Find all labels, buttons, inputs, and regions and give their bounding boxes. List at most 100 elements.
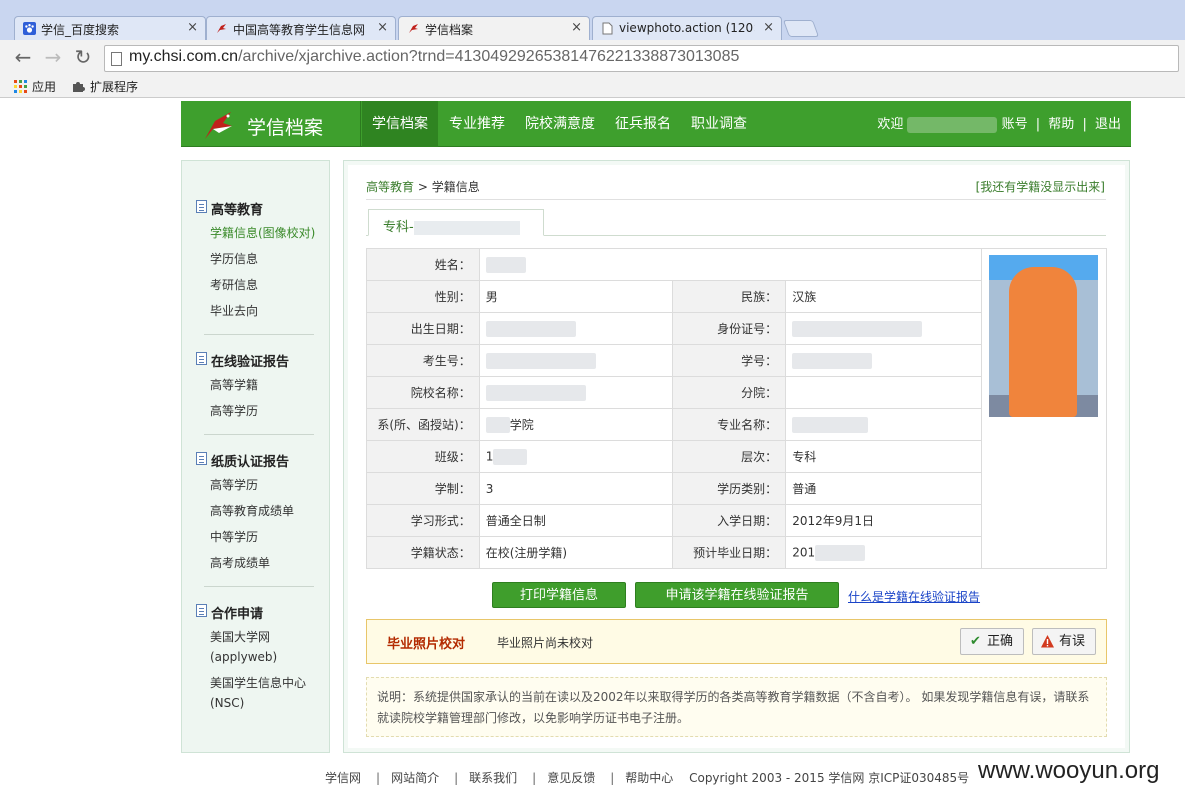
logout-link[interactable]: 退出 [1095, 117, 1121, 132]
field-label: 学籍状态： [366, 536, 480, 569]
sidebar-group-higher-education: 高等教育 学籍信息(图像校对) 学历信息 考研信息 毕业去向 [196, 199, 315, 321]
url-path: /archive/xjarchive.action?trnd=413049292… [238, 48, 740, 65]
nav-military-signup[interactable]: 征兵报名 [605, 101, 681, 147]
nav-career-survey[interactable]: 职业调查 [681, 101, 757, 147]
page-icon [602, 22, 613, 35]
record-tab[interactable]: 专科- [368, 209, 544, 236]
browser-tab-baidu[interactable]: 学信_百度搜索 × [14, 16, 206, 40]
sidebar-item-graduate-destination[interactable]: 毕业去向 [196, 301, 315, 321]
url-bar[interactable]: my.chsi.com.cn/archive/xjarchive.action?… [104, 45, 1179, 72]
what-is-verification-link[interactable]: 什么是学籍在线验证报告 [848, 588, 980, 605]
field-label: 班级： [366, 440, 480, 473]
new-tab-button[interactable] [782, 20, 820, 37]
tab-title: 学信档案 [425, 23, 474, 37]
redacted-school [413, 220, 520, 235]
site-footer: 学信网 | 网站简介 | 联系我们 | 意见反馈 | 帮助中心 Copyright 2003 -… [325, 769, 973, 786]
field-value: 2012年9月1日 [785, 504, 982, 537]
bookmark-extensions[interactable]: 扩展程序 [70, 78, 138, 95]
field-label: 出生日期： [366, 312, 480, 345]
back-arrow-icon[interactable]: ← [12, 47, 34, 69]
sidebar-item-gaokao-transcript[interactable]: 高考成绩单 [196, 553, 294, 573]
sidebar-item-paper-transcript[interactable]: 高等教育成绩单 [196, 501, 294, 521]
field-value-text: 201 [792, 545, 816, 559]
sidebar-item-paper-degree[interactable]: 高等学历 [196, 475, 294, 495]
breadcrumb-separator: > [417, 180, 428, 194]
field-label: 民族： [672, 280, 787, 313]
main-panel: 高等教育 > 学籍信息 [我还有学籍没显示出来] 专科- 姓名： 性别： 男 民… [343, 160, 1130, 753]
bookmarks-bar: 应用 扩展程序 [0, 76, 1185, 98]
sidebar-group-title: 纸质认证报告 [196, 451, 294, 470]
field-value: 3 [478, 472, 674, 505]
close-icon[interactable]: × [187, 20, 198, 35]
paw-icon [23, 22, 36, 35]
field-label: 学习形式： [366, 504, 480, 537]
photo-correct-button[interactable]: ✔ 正确 [960, 628, 1025, 655]
field-value [478, 376, 674, 409]
sidebar-item-applyweb[interactable]: 美国大学网 (applyweb) [196, 627, 321, 667]
apply-verification-button[interactable]: 申请该学籍在线验证报告 [635, 582, 839, 608]
browser-tab-viewphoto[interactable]: viewphoto.action (120× × [592, 16, 782, 40]
watermark: www.wooyun.org [978, 757, 1160, 784]
field-value [478, 344, 674, 377]
student-photo[interactable] [989, 255, 1098, 417]
sidebar-item-postgrad-exam[interactable]: 考研信息 [196, 275, 315, 295]
warning-icon [1041, 635, 1054, 648]
brand-title[interactable]: 学信档案 [247, 113, 323, 140]
footer-link-contact[interactable]: 联系我们 [469, 771, 517, 785]
table-row: 学籍状态： 在校(注册学籍) 预计毕业日期： 201 [366, 536, 982, 569]
sidebar-item-nsc[interactable]: 美国学生信息中心 (NSC) [196, 673, 321, 713]
chsi-logo-icon[interactable] [201, 107, 237, 143]
user-links: 欢迎 账号 | 帮助 | 退出 [877, 101, 1121, 147]
footer-link-chsi[interactable]: 学信网 [325, 771, 361, 785]
footer-link-feedback[interactable]: 意见反馈 [547, 771, 595, 785]
button-label: 正确 [987, 634, 1014, 649]
footer-link-about[interactable]: 网站简介 [391, 771, 439, 785]
forward-arrow-icon[interactable]: → [42, 47, 64, 69]
sidebar-item-degree-info[interactable]: 学历信息 [196, 249, 315, 269]
close-icon[interactable]: × [377, 20, 388, 35]
separator: | [532, 771, 537, 785]
field-label: 分院： [672, 376, 787, 409]
missing-record-link[interactable]: [我还有学籍没显示出来] [976, 178, 1105, 195]
document-icon [196, 352, 207, 365]
field-label: 学制： [366, 472, 480, 505]
nav-school-satisfaction[interactable]: 院校满意度 [515, 101, 605, 147]
help-link[interactable]: 帮助 [1048, 117, 1074, 132]
sidebar-item-secondary-degree[interactable]: 中等学历 [196, 527, 294, 547]
tab-title: 学信_百度搜索 [41, 23, 120, 37]
nav-archive[interactable]: 学信档案 [362, 101, 438, 147]
address-toolbar: ← → ↻ my.chsi.com.cn/archive/xjarchive.a… [0, 40, 1185, 76]
field-label: 预计毕业日期： [672, 536, 787, 569]
table-row: 系(所、函授站)： 学院 专业名称： [366, 408, 982, 441]
breadcrumb-root[interactable]: 高等教育 [366, 180, 414, 194]
field-value: 汉族 [785, 280, 982, 313]
breadcrumb-current: 学籍信息 [431, 180, 480, 194]
redacted-username [907, 116, 998, 133]
sidebar-group-paper-report: 纸质认证报告 高等学历 高等教育成绩单 中等学历 高考成绩单 [196, 451, 294, 573]
bookmark-apps[interactable]: 应用 [12, 78, 56, 95]
sidebar-item-enrollment-info[interactable]: 学籍信息(图像校对) [196, 223, 315, 243]
sidebar-item-online-degree[interactable]: 高等学历 [196, 401, 289, 421]
sidebar-group-title: 合作申请 [196, 603, 321, 622]
redacted-value [493, 448, 528, 465]
field-label: 身份证号： [672, 312, 787, 345]
photo-error-button[interactable]: 有误 [1032, 628, 1097, 655]
field-value [785, 408, 982, 441]
reload-icon[interactable]: ↻ [72, 47, 94, 69]
print-enrollment-button[interactable]: 打印学籍信息 [492, 582, 626, 608]
bookmark-label: 应用 [32, 80, 57, 94]
redacted-value [792, 352, 873, 369]
browser-tab-chsi[interactable]: 中国高等教育学生信息网 × [206, 16, 396, 40]
table-row: 姓名： [366, 248, 983, 281]
sidebar-item-online-enrollment[interactable]: 高等学籍 [196, 375, 289, 395]
footer-link-help[interactable]: 帮助中心 [625, 771, 673, 785]
sidebar-divider [204, 586, 314, 587]
sidebar-group-online-report: 在线验证报告 高等学籍 高等学历 [196, 351, 289, 421]
field-value-name [478, 248, 983, 281]
nav-major-recommend[interactable]: 专业推荐 [439, 101, 515, 147]
close-icon[interactable]: × [571, 20, 582, 35]
account-link[interactable]: 账号 [1002, 117, 1028, 132]
browser-tab-archive[interactable]: 学信档案 × [398, 16, 590, 41]
close-icon[interactable]: × [763, 20, 774, 35]
field-label: 姓名： [366, 248, 480, 281]
